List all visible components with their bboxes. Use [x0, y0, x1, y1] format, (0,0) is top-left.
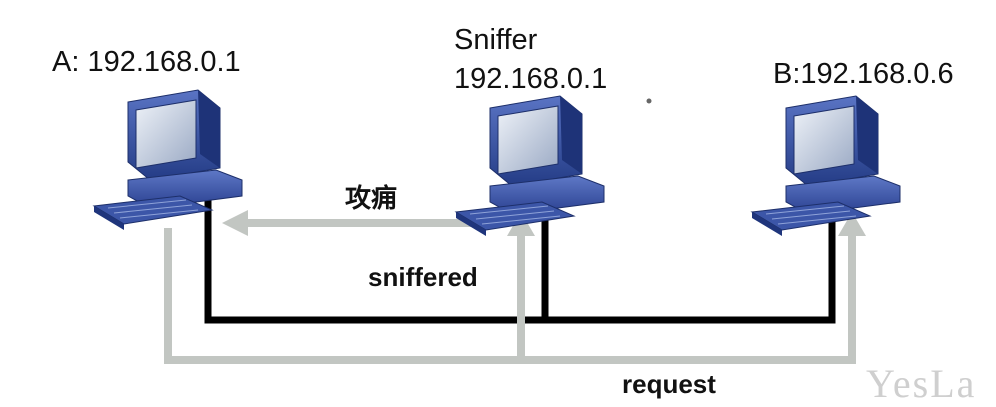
watermark: YesLa	[866, 361, 977, 406]
sniffer-title: Sniffer	[454, 24, 538, 56]
sniffered-label: sniffered	[368, 262, 478, 292]
network-diagram: A: 192.168.0.1 Sniffer 192.168.0.1 B:192…	[0, 0, 996, 407]
computer-a-icon	[93, 89, 243, 231]
sniffer-ip: 192.168.0.1	[454, 63, 608, 95]
stray-dot	[646, 98, 652, 104]
host-b-label: B:192.168.0.6	[773, 58, 954, 90]
attack-label: 攻痈	[345, 184, 398, 214]
attack-arrowhead	[222, 210, 248, 236]
request-label: request	[622, 369, 716, 399]
host-a-label: A: 192.168.0.1	[52, 46, 241, 78]
request-arrow	[164, 228, 856, 364]
sniffer-computer-icon	[455, 95, 605, 237]
computer-b-icon	[751, 95, 901, 237]
